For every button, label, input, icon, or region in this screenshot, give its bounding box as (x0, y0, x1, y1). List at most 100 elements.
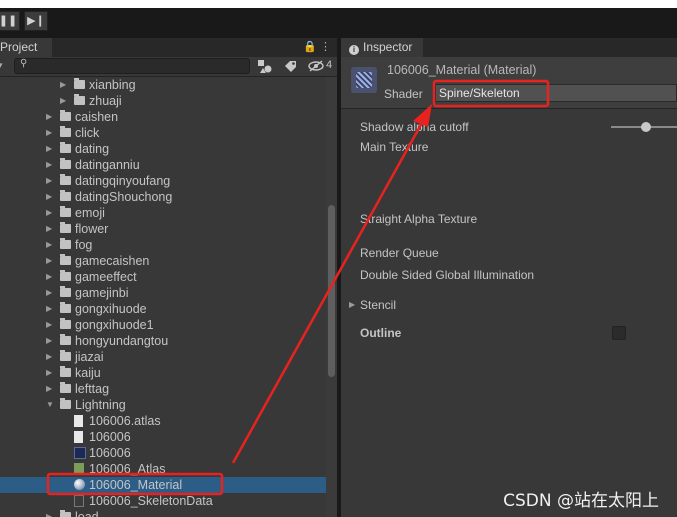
folder-row[interactable]: ▶ datinganniu (0, 157, 326, 173)
search-input[interactable]: ⚲ (14, 58, 250, 74)
filter-by-label-icon[interactable] (284, 60, 297, 73)
item-label: datingShouchong (75, 190, 173, 204)
folder-icon (60, 366, 71, 377)
doc-icon (74, 431, 83, 443)
item-label: 106006 (89, 446, 131, 460)
expand-arrow-icon[interactable]: ▶ (46, 317, 56, 333)
folder-row[interactable]: ▶ load (0, 509, 326, 517)
asset-row[interactable]: 106006.atlas (0, 413, 326, 429)
filter-by-type-icon[interactable] (258, 60, 272, 73)
item-label: xianbing (89, 78, 136, 92)
hidden-packages-icon[interactable] (308, 60, 324, 72)
folder-row[interactable]: ▶ lefttag (0, 381, 326, 397)
folder-row[interactable]: ▶ datingShouchong (0, 189, 326, 205)
asset-row[interactable]: 106006_Atlas (0, 461, 326, 477)
folder-icon (60, 110, 71, 121)
create-dropdown-icon[interactable]: ▾ (0, 60, 3, 71)
expand-arrow-icon[interactable]: ▶ (46, 509, 56, 517)
panel-menu-icon[interactable]: 🔒 ⋮ (303, 40, 331, 53)
folder-icon (74, 78, 85, 89)
folder-row[interactable]: ▶ gongxihuode (0, 301, 326, 317)
asset-row[interactable]: 106006 (0, 429, 326, 445)
folder-icon (60, 510, 71, 517)
folder-row[interactable]: ▶ gamecaishen (0, 253, 326, 269)
stencil-expand-icon[interactable]: ▶ (349, 300, 355, 309)
item-label: kaiju (75, 366, 101, 380)
expand-arrow-icon[interactable]: ▶ (46, 349, 56, 365)
item-label: zhuaji (89, 94, 122, 108)
folder-row[interactable]: ▶ zhuaji (0, 93, 326, 109)
expand-arrow-icon[interactable]: ▶ (46, 109, 56, 125)
folder-row[interactable]: ▶ datingqinyoufang (0, 173, 326, 189)
project-scrollbar[interactable] (326, 77, 337, 517)
expand-arrow-icon[interactable]: ▶ (46, 173, 56, 189)
folder-row[interactable]: ▶ xianbing (0, 77, 326, 93)
folder-icon (60, 190, 71, 201)
collapse-arrow-icon[interactable]: ▼ (46, 397, 56, 413)
expand-arrow-icon[interactable]: ▶ (46, 125, 56, 141)
expand-arrow-icon[interactable]: ▶ (46, 381, 56, 397)
folder-row[interactable]: ▶ hongyundangtou (0, 333, 326, 349)
hidden-count: 4 (326, 59, 333, 71)
shader-dropdown[interactable]: Spine/Skeleton (435, 84, 677, 102)
expand-arrow-icon[interactable]: ▶ (46, 285, 56, 301)
outline-checkbox[interactable] (612, 326, 626, 340)
folder-icon (60, 398, 71, 409)
folder-row[interactable]: ▶ caishen (0, 109, 326, 125)
folder-row[interactable]: ▼ Lightning (0, 397, 326, 413)
expand-arrow-icon[interactable]: ▶ (46, 253, 56, 269)
tab-project[interactable]: Project (0, 38, 52, 57)
item-label: gongxihuode1 (75, 318, 154, 332)
expand-arrow-icon[interactable]: ▶ (46, 301, 56, 317)
expand-arrow-icon[interactable]: ▶ (60, 77, 70, 93)
outline-label: Outline (360, 326, 402, 340)
item-label: 106006 (89, 430, 131, 444)
pause-button[interactable]: ❚❚ (0, 11, 20, 31)
folder-row[interactable]: ▶ emoji (0, 205, 326, 221)
stencil-foldout[interactable]: Stencil (360, 298, 396, 312)
play-toolbar: ❚❚ ▶❙ (0, 8, 677, 34)
item-label: flower (75, 222, 109, 236)
folder-row[interactable]: ▶ click (0, 125, 326, 141)
step-button[interactable]: ▶❙ (24, 11, 48, 31)
folder-icon (60, 270, 71, 281)
expand-arrow-icon[interactable]: ▶ (46, 365, 56, 381)
project-toolbar: ▾ ⚲ 4 (0, 57, 337, 77)
folder-row[interactable]: ▶ fog (0, 237, 326, 253)
folder-icon (60, 318, 71, 329)
expand-arrow-icon[interactable]: ▶ (46, 333, 56, 349)
inspector-tabbar: i Inspector (341, 38, 677, 57)
scrollbar-thumb[interactable] (328, 205, 335, 377)
folder-icon (60, 286, 71, 297)
folder-icon (60, 158, 71, 169)
item-label: 106006_Material (89, 478, 183, 492)
expand-arrow-icon[interactable]: ▶ (46, 141, 56, 157)
shadow-cutoff-slider-handle[interactable] (641, 122, 651, 132)
folder-row[interactable]: ▶ kaiju (0, 365, 326, 381)
expand-arrow-icon[interactable]: ▶ (46, 269, 56, 285)
window-top-strip (0, 0, 677, 8)
tab-inspector[interactable]: i Inspector (341, 38, 423, 57)
folder-icon (60, 174, 71, 185)
search-icon: ⚲ (20, 58, 28, 69)
folder-row[interactable]: ▶ gongxihuode1 (0, 317, 326, 333)
watermark-text: CSDN @站在太阳上 (503, 491, 659, 511)
folder-row[interactable]: ▶ jiazai (0, 349, 326, 365)
folder-icon (60, 350, 71, 361)
expand-arrow-icon[interactable]: ▶ (60, 93, 70, 109)
folder-row[interactable]: ▶ dating (0, 141, 326, 157)
expand-arrow-icon[interactable]: ▶ (46, 189, 56, 205)
expand-arrow-icon[interactable]: ▶ (46, 221, 56, 237)
folder-row[interactable]: ▶ gamejinbi (0, 285, 326, 301)
atlas-icon (74, 463, 84, 475)
asset-row[interactable]: 106006_Material (0, 477, 326, 493)
expand-arrow-icon[interactable]: ▶ (46, 205, 56, 221)
item-label: Lightning (75, 398, 126, 412)
item-label: gamecaishen (75, 254, 150, 268)
expand-arrow-icon[interactable]: ▶ (46, 237, 56, 253)
folder-row[interactable]: ▶ gameeffect (0, 269, 326, 285)
expand-arrow-icon[interactable]: ▶ (46, 157, 56, 173)
asset-row[interactable]: 106006 (0, 445, 326, 461)
folder-row[interactable]: ▶ flower (0, 221, 326, 237)
asset-row[interactable]: 106006_SkeletonData (0, 493, 326, 509)
